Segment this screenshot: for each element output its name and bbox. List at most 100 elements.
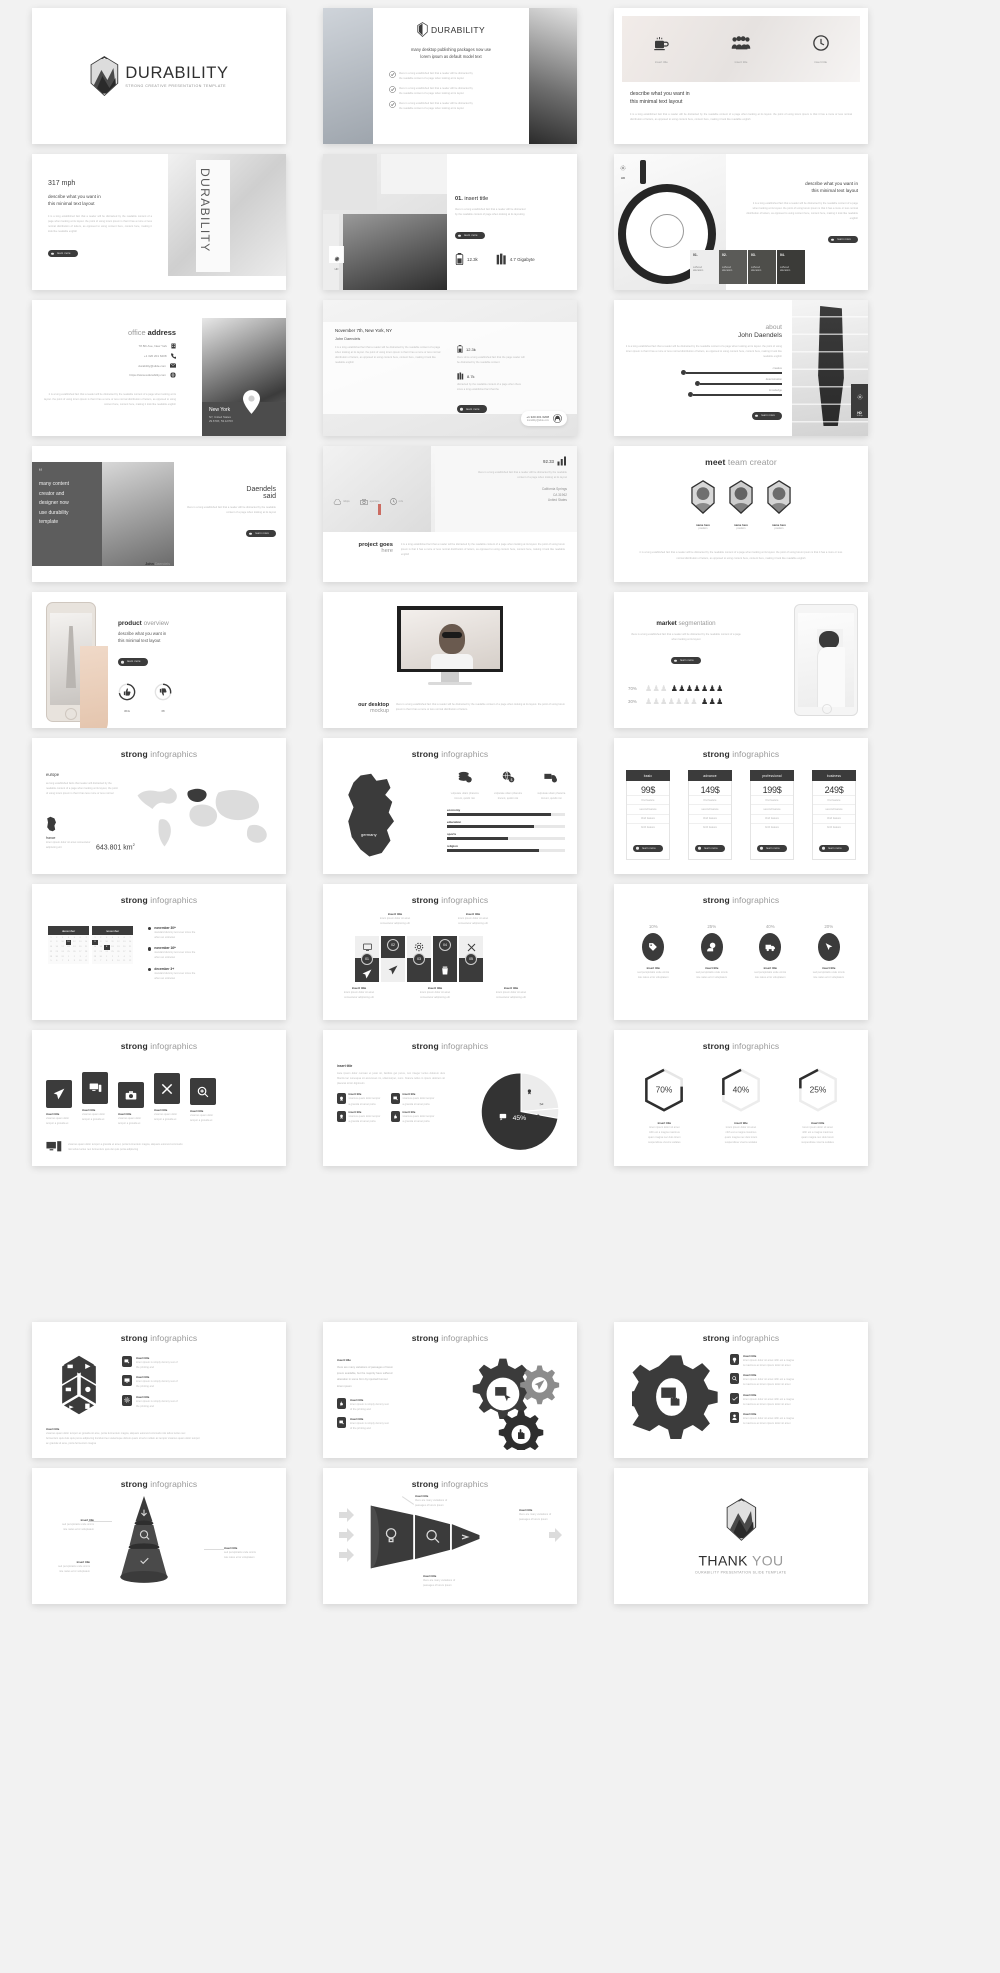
cone-diagram[interactable] [114,1496,174,1588]
step-tile-light[interactable] [381,958,405,982]
learn-more-button[interactable]: learn more [752,412,782,420]
learn-more-button[interactable]: learn more [246,530,276,538]
plan-feature: third feature [813,813,855,823]
slide-about[interactable]: HD 1080p about John Daendels it is a lon… [614,300,868,436]
slide-team[interactable]: meet team creator name here position nam… [614,446,868,582]
calendar-grid[interactable]: 1234567 8 9 10 16 12 13 14 15 16 17 18 19 20 21 22 23… [48,935,89,964]
contact-text: +1 320 201 6208 [143,354,167,358]
step-tile-dark[interactable]: 04 [433,936,457,958]
team-member[interactable]: name here position [690,480,716,530]
step-tile-dark[interactable]: 02 [381,936,405,958]
step-tile-dark[interactable]: 03 [407,953,431,982]
slide-funnel[interactable]: strong infographics insert title there a… [323,1468,577,1604]
slide-numbered-title[interactable]: HD 01. insert title there is a long esta… [323,154,577,290]
number-block[interactable]: 04. suffered alteration [777,250,805,284]
quote-line-4: use durability [39,509,69,516]
slide-three-gears[interactable]: strong infographics insert title there a… [323,1322,577,1458]
slide-calendar[interactable]: strong infographics december 1234567 891… [32,884,286,1020]
slide-three-icons[interactable]: insert title insert title insert title d… [614,8,868,144]
slide-cover[interactable]: DURABILITY STRONG CREATIVE PRESENTATION … [32,8,286,144]
contact-text: https://www.wdurability.com [129,373,166,377]
learn-more-button[interactable]: learn more [828,236,858,244]
icon-card[interactable]: insert title vivamus quam dolor tempor a… [190,1072,220,1123]
contact-chip[interactable]: +1 320 201 6208 durability@slide.com [521,411,567,426]
slide-market-segmentation[interactable]: market segmentation there is a long esta… [614,592,868,728]
number-block[interactable]: 01. suffered alteration [690,250,718,284]
segmentation-chart: 70% ♟♟♟ ♟♟♟♟♟♟♟ 30% ♟♟♟♟♟♟♟ ♟♟♟ [628,684,724,706]
infographics-heading: strong infographics [614,1333,868,1343]
hex-wheel-diagram[interactable] [48,1354,110,1416]
speed-title-2: this minimal text layout [48,201,95,207]
icon-card[interactable]: insert title vivamus quam dolor tempor a… [82,1072,112,1122]
plan-button[interactable]: learn more [757,844,787,853]
icon-card-clock[interactable]: insert title [812,34,830,64]
card-body-2: tempor a gravida et [154,1118,177,1122]
infographics-heading: strong infographics [614,895,868,905]
slide-pricing[interactable]: strong infographics basic 99$ first feat… [614,738,868,874]
step-tile-dark[interactable]: 01 [355,953,379,982]
slide-intro[interactable]: DURABILITY many desktop publishing packa… [323,8,577,144]
number-block[interactable]: 02. suffered alteration [719,250,747,284]
si-strong: strong [411,1333,439,1343]
pricing-plan[interactable]: business 249$ first feature second featu… [812,770,856,860]
number-block[interactable]: 03. suffered alteration [748,250,776,284]
bar-row: economy [447,808,565,816]
icon-card[interactable]: insert title vivamus quam dolor tempor a… [154,1072,184,1122]
percent-icon-circle[interactable] [642,933,665,961]
calendar-grid[interactable]: 1234567 9 9 10 11 12 13 14 15 16 8 18 19 20 21 22 23 2… [92,935,133,964]
slide-event[interactable]: November 7th, New York, NY John Daendels… [323,300,577,436]
plan-button[interactable]: learn more [695,844,725,853]
slide-quote[interactable]: “ many content creator and designer now … [32,446,286,582]
pricing-plan[interactable]: advance 149$ first feature second featur… [688,770,732,860]
big-gear-diagram[interactable] [632,1352,718,1442]
slide-percent-circles[interactable]: strong infographics 10% insert title sed… [614,884,868,1020]
slide-hex-wheel[interactable]: strong infographics insert title lorem i… [32,1322,286,1458]
infographics-heading: strong infographics [323,749,577,759]
team-member[interactable]: name here position [766,480,792,530]
slide-cone-pyramid[interactable]: strong infographics insert title sed per… [32,1468,286,1604]
slide-germany-stats[interactable]: strong infographics germany vulputate ul… [323,738,577,874]
gears-diagram[interactable] [463,1350,567,1450]
quote-line-3: designer now [39,500,69,507]
slide-project[interactable]: mbps aperture m/s 92.33 there is a long … [323,446,577,582]
pricing-plan[interactable]: professional 199$ first feature second f… [750,770,794,860]
slide-world-map[interactable]: strong infographics europe as long estab… [32,738,286,874]
slide-thank-you[interactable]: THANK YOU DURABILITY PRESENTATION SLIDE … [614,1468,868,1604]
plan-feature: third feature [689,813,731,823]
learn-more-button[interactable]: learn more [671,657,701,665]
slide-desktop-mockup[interactable]: our desktop mockup there is a long estab… [323,592,577,728]
icon-card-coffee[interactable]: insert title [652,34,670,64]
percent-icon-circle[interactable] [817,933,840,961]
icon-card-people[interactable]: insert title [731,34,751,64]
learn-more-button[interactable]: learn more [48,250,78,258]
learn-more-button[interactable]: learn more [118,658,148,666]
slide-product-overview[interactable]: product overview describe what you want … [32,592,286,728]
plan-button[interactable]: learn more [633,844,663,853]
pie-chart[interactable]: 45% ✂ [479,1066,563,1154]
cursor-icon [825,943,833,951]
percent-icon-circle[interactable] [700,933,723,961]
slide-steps[interactable]: strong infographics insert title lorem i… [323,884,577,1020]
slide-office-address[interactable]: New York NY, United States 29.670X, 53.1… [32,300,286,436]
slide-clock-blocks[interactable]: HD describe what you want in this minima… [614,154,868,290]
learn-more-button[interactable]: learn more [457,405,487,413]
step-tile-dark2[interactable] [433,958,457,982]
slide-pie-chart[interactable]: strong infographics insert title Aute ip… [323,1030,577,1166]
percent-icon-circle[interactable] [759,933,782,961]
slide-speed-stat[interactable]: DURABILITY 317 mph describe what you wan… [32,154,286,290]
calendar-december[interactable]: december 1234567 8 9 10 16 12 13 14 15 16 17 18 19… [48,926,89,964]
segment-row: 70% ♟♟♟ ♟♟♟♟♟♟♟ [628,684,724,693]
pricing-plan[interactable]: basic 99$ first feature second feature t… [626,770,670,860]
step-tile-dark[interactable]: 05 [459,953,483,982]
team-member[interactable]: name here position [728,480,754,530]
calendar-november[interactable]: november 1234567 9 9 10 11 12 13 14 15 16 8 18 19 2… [92,926,133,964]
cone-body-2: iste natus error voluptatem [224,1556,255,1560]
icon-card[interactable]: insert title vivamus quam dolor tempor a… [46,1072,76,1126]
learn-more-button[interactable]: learn more [455,232,485,240]
plan-button[interactable]: learn more [819,844,849,853]
icon-card[interactable]: insert title vivamus quam dolor tempor a… [118,1072,148,1126]
slide-hex-percent[interactable]: strong infographics 70% insert title lor… [614,1030,868,1166]
funnel-diagram[interactable] [367,1502,487,1572]
slide-big-gear[interactable]: strong infographics insert title lorem i… [614,1322,868,1458]
slide-icon-cards[interactable]: strong infographics insert title vivamus… [32,1030,286,1166]
